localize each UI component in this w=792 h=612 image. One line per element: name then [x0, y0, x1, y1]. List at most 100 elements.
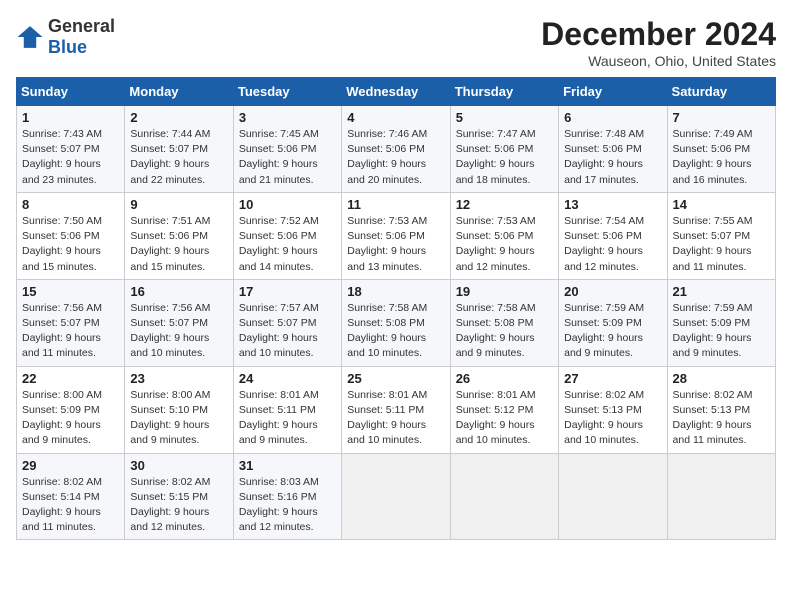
page-header: General Blue December 2024 Wauseon, Ohio…: [16, 16, 776, 69]
day-number: 26: [456, 371, 553, 386]
calendar-cell: 30 Sunrise: 8:02 AMSunset: 5:15 PMDayligh…: [125, 453, 233, 540]
day-number: 17: [239, 284, 336, 299]
calendar-header-thursday: Thursday: [450, 78, 558, 106]
day-number: 25: [347, 371, 444, 386]
day-number: 29: [22, 458, 119, 473]
day-number: 31: [239, 458, 336, 473]
logo-icon: [16, 23, 44, 51]
day-detail: Sunrise: 7:53 AMSunset: 5:06 PMDaylight:…: [347, 215, 427, 273]
day-detail: Sunrise: 7:44 AMSunset: 5:07 PMDaylight:…: [130, 128, 210, 186]
month-title: December 2024: [541, 16, 776, 53]
day-detail: Sunrise: 8:02 AMSunset: 5:13 PMDaylight:…: [564, 389, 644, 447]
day-detail: Sunrise: 7:58 AMSunset: 5:08 PMDaylight:…: [347, 302, 427, 360]
calendar-cell: 26 Sunrise: 8:01 AMSunset: 5:12 PMDayligh…: [450, 366, 558, 453]
day-detail: Sunrise: 7:47 AMSunset: 5:06 PMDaylight:…: [456, 128, 536, 186]
day-number: 27: [564, 371, 661, 386]
calendar-week-row: 1Sunrise: 7:43 AMSunset: 5:07 PMDaylight…: [17, 106, 776, 193]
day-detail: Sunrise: 7:46 AMSunset: 5:06 PMDaylight:…: [347, 128, 427, 186]
day-number: 16: [130, 284, 227, 299]
day-number: 2: [130, 110, 227, 125]
day-detail: Sunrise: 7:57 AMSunset: 5:07 PMDaylight:…: [239, 302, 319, 360]
day-number: 23: [130, 371, 227, 386]
day-detail: Sunrise: 7:52 AMSunset: 5:06 PMDaylight:…: [239, 215, 319, 273]
day-number: 5: [456, 110, 553, 125]
day-number: 8: [22, 197, 119, 212]
calendar-week-row: 15 Sunrise: 7:56 AMSunset: 5:07 PMDayligh…: [17, 279, 776, 366]
day-number: 13: [564, 197, 661, 212]
day-detail: Sunrise: 8:00 AMSunset: 5:10 PMDaylight:…: [130, 389, 210, 447]
logo-blue: Blue: [48, 37, 87, 57]
calendar-cell: 13 Sunrise: 7:54 AMSunset: 5:06 PMDayligh…: [559, 192, 667, 279]
day-detail: Sunrise: 8:02 AMSunset: 5:13 PMDaylight:…: [673, 389, 753, 447]
calendar-cell: 18Sunrise: 7:58 AMSunset: 5:08 PMDayligh…: [342, 279, 450, 366]
day-detail: Sunrise: 7:51 AMSunset: 5:06 PMDaylight:…: [130, 215, 210, 273]
day-detail: Sunrise: 8:00 AMSunset: 5:09 PMDaylight:…: [22, 389, 102, 447]
day-number: 10: [239, 197, 336, 212]
day-number: 14: [673, 197, 770, 212]
day-detail: Sunrise: 8:02 AMSunset: 5:14 PMDaylight:…: [22, 476, 102, 534]
calendar-cell: 25 Sunrise: 8:01 AMSunset: 5:11 PMDayligh…: [342, 366, 450, 453]
day-detail: Sunrise: 8:01 AMSunset: 5:12 PMDaylight:…: [456, 389, 536, 447]
day-number: 11: [347, 197, 444, 212]
calendar-body: 1Sunrise: 7:43 AMSunset: 5:07 PMDaylight…: [17, 106, 776, 540]
calendar-cell: 16 Sunrise: 7:56 AMSunset: 5:07 PMDayligh…: [125, 279, 233, 366]
calendar-cell: [450, 453, 558, 540]
day-detail: Sunrise: 7:55 AMSunset: 5:07 PMDaylight:…: [673, 215, 753, 273]
calendar-cell: [559, 453, 667, 540]
day-number: 22: [22, 371, 119, 386]
calendar-cell: 5 Sunrise: 7:47 AMSunset: 5:06 PMDaylight…: [450, 106, 558, 193]
day-detail: Sunrise: 7:54 AMSunset: 5:06 PMDaylight:…: [564, 215, 644, 273]
calendar-cell: 9Sunrise: 7:51 AMSunset: 5:06 PMDaylight…: [125, 192, 233, 279]
day-number: 6: [564, 110, 661, 125]
logo: General Blue: [16, 16, 115, 58]
calendar-cell: 31 Sunrise: 8:03 AMSunset: 5:16 PMDayligh…: [233, 453, 341, 540]
calendar-cell: 7Sunrise: 7:49 AMSunset: 5:06 PMDaylight…: [667, 106, 775, 193]
day-detail: Sunrise: 7:48 AMSunset: 5:06 PMDaylight:…: [564, 128, 644, 186]
calendar-cell: 11 Sunrise: 7:53 AMSunset: 5:06 PMDayligh…: [342, 192, 450, 279]
calendar-week-row: 22 Sunrise: 8:00 AMSunset: 5:09 PMDayligh…: [17, 366, 776, 453]
calendar-cell: 4Sunrise: 7:46 AMSunset: 5:06 PMDaylight…: [342, 106, 450, 193]
day-detail: Sunrise: 7:45 AMSunset: 5:06 PMDaylight:…: [239, 128, 319, 186]
calendar-cell: 21 Sunrise: 7:59 AMSunset: 5:09 PMDayligh…: [667, 279, 775, 366]
day-detail: Sunrise: 7:58 AMSunset: 5:08 PMDaylight:…: [456, 302, 536, 360]
calendar-cell: 3 Sunrise: 7:45 AMSunset: 5:06 PMDaylight…: [233, 106, 341, 193]
day-number: 30: [130, 458, 227, 473]
day-detail: Sunrise: 8:02 AMSunset: 5:15 PMDaylight:…: [130, 476, 210, 534]
day-detail: Sunrise: 7:50 AMSunset: 5:06 PMDaylight:…: [22, 215, 102, 273]
day-detail: Sunrise: 7:56 AMSunset: 5:07 PMDaylight:…: [130, 302, 210, 360]
day-number: 24: [239, 371, 336, 386]
day-detail: Sunrise: 7:53 AMSunset: 5:06 PMDaylight:…: [456, 215, 536, 273]
calendar-header-friday: Friday: [559, 78, 667, 106]
calendar-cell: 6 Sunrise: 7:48 AMSunset: 5:06 PMDaylight…: [559, 106, 667, 193]
calendar-cell: 12Sunrise: 7:53 AMSunset: 5:06 PMDayligh…: [450, 192, 558, 279]
calendar-cell: 23 Sunrise: 8:00 AMSunset: 5:10 PMDayligh…: [125, 366, 233, 453]
day-detail: Sunrise: 8:03 AMSunset: 5:16 PMDaylight:…: [239, 476, 319, 534]
calendar-header-tuesday: Tuesday: [233, 78, 341, 106]
calendar-cell: 20Sunrise: 7:59 AMSunset: 5:09 PMDayligh…: [559, 279, 667, 366]
calendar-cell: 27 Sunrise: 8:02 AMSunset: 5:13 PMDayligh…: [559, 366, 667, 453]
calendar-table: SundayMondayTuesdayWednesdayThursdayFrid…: [16, 77, 776, 540]
day-detail: Sunrise: 7:49 AMSunset: 5:06 PMDaylight:…: [673, 128, 753, 186]
calendar-header-monday: Monday: [125, 78, 233, 106]
day-number: 19: [456, 284, 553, 299]
calendar-cell: 28 Sunrise: 8:02 AMSunset: 5:13 PMDayligh…: [667, 366, 775, 453]
calendar-cell: 17 Sunrise: 7:57 AMSunset: 5:07 PMDayligh…: [233, 279, 341, 366]
calendar-cell: 19 Sunrise: 7:58 AMSunset: 5:08 PMDayligh…: [450, 279, 558, 366]
calendar-cell: 29 Sunrise: 8:02 AMSunset: 5:14 PMDayligh…: [17, 453, 125, 540]
day-number: 28: [673, 371, 770, 386]
calendar-header-row: SundayMondayTuesdayWednesdayThursdayFrid…: [17, 78, 776, 106]
calendar-week-row: 29 Sunrise: 8:02 AMSunset: 5:14 PMDayligh…: [17, 453, 776, 540]
day-detail: Sunrise: 8:01 AMSunset: 5:11 PMDaylight:…: [347, 389, 427, 447]
day-number: 20: [564, 284, 661, 299]
title-block: December 2024 Wauseon, Ohio, United Stat…: [541, 16, 776, 69]
calendar-cell: 2 Sunrise: 7:44 AMSunset: 5:07 PMDaylight…: [125, 106, 233, 193]
day-number: 1: [22, 110, 119, 125]
day-number: 21: [673, 284, 770, 299]
logo-text: General Blue: [48, 16, 115, 58]
day-detail: Sunrise: 8:01 AMSunset: 5:11 PMDaylight:…: [239, 389, 319, 447]
day-number: 15: [22, 284, 119, 299]
day-detail: Sunrise: 7:59 AMSunset: 5:09 PMDaylight:…: [673, 302, 753, 360]
day-detail: Sunrise: 7:56 AMSunset: 5:07 PMDaylight:…: [22, 302, 102, 360]
day-number: 3: [239, 110, 336, 125]
calendar-header-saturday: Saturday: [667, 78, 775, 106]
